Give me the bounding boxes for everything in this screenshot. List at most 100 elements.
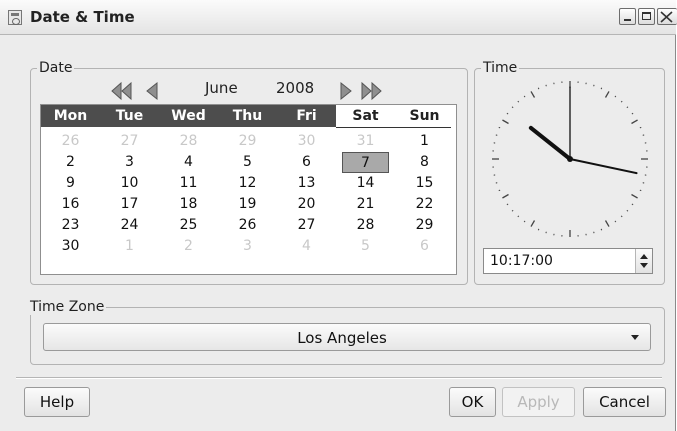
calendar-day[interactable]: 11 <box>159 173 218 194</box>
calendar-grid: Mon Tue Wed Thu Fri Sat Sun 26 27 28 29 30 31 1 2 3 4 5 6… <box>40 104 457 275</box>
previous-month-button[interactable] <box>145 81 159 101</box>
clock-hour-tick <box>502 119 509 125</box>
clock-hour-hand <box>528 125 572 161</box>
minimize-button[interactable] <box>619 8 636 25</box>
clock-hour-tick <box>604 91 610 98</box>
calendar-day[interactable]: 9 <box>41 173 100 194</box>
apply-button[interactable]: Apply <box>502 387 575 417</box>
calendar-day[interactable]: 21 <box>336 194 395 215</box>
time-spinner[interactable] <box>635 249 652 273</box>
clock-minute-tick <box>511 209 514 212</box>
calendar-day[interactable]: 4 <box>159 152 218 173</box>
calendar-day[interactable]: 3 <box>218 236 277 257</box>
calendar-day[interactable]: 22 <box>395 194 454 215</box>
clock-minute-tick <box>511 106 514 109</box>
weekday-header-sun: Sun <box>395 105 454 127</box>
calendar-day[interactable]: 31 <box>336 131 395 152</box>
clock-minute-tick <box>523 220 526 223</box>
help-button[interactable]: Help <box>24 387 90 417</box>
calendar-day[interactable]: 5 <box>218 152 277 173</box>
weekday-header-sat: Sat <box>336 105 395 127</box>
next-month-button[interactable] <box>339 81 353 101</box>
calendar-day[interactable]: 6 <box>277 152 336 173</box>
calendar-day[interactable]: 1 <box>100 236 159 257</box>
weekday-header-wed: Wed <box>159 105 218 127</box>
date-group-legend: Date <box>37 60 75 76</box>
clock-minute-tick <box>620 100 623 103</box>
clock-minute-tick <box>537 87 540 90</box>
calendar-day[interactable]: 1 <box>395 131 454 152</box>
calendar-day[interactable]: 10 <box>100 173 159 194</box>
clock-minute-tick <box>639 126 642 129</box>
calendar-day[interactable]: 8 <box>395 152 454 173</box>
clock-hour-tick <box>631 193 638 199</box>
clock-minute-tick <box>614 95 617 98</box>
double-right-arrow-icon <box>361 81 382 101</box>
help-button-label: Help <box>39 393 75 411</box>
calendar-day[interactable]: 24 <box>100 215 159 236</box>
title-bar[interactable]: Date & Time <box>0 0 677 35</box>
calendar-day[interactable]: 17 <box>100 194 159 215</box>
calendar-day[interactable]: 29 <box>218 131 277 152</box>
cancel-button[interactable]: Cancel <box>583 387 666 417</box>
clock-minute-tick <box>506 112 509 115</box>
calendar-day[interactable]: 5 <box>336 236 395 257</box>
calendar-day[interactable]: 28 <box>159 131 218 152</box>
clock-app-icon <box>8 10 22 25</box>
calendar-day[interactable]: 4 <box>277 236 336 257</box>
calendar-day[interactable]: 27 <box>100 131 159 152</box>
clock-minute-tick <box>600 228 603 231</box>
ok-button[interactable]: OK <box>449 387 496 417</box>
time-zone-dropdown[interactable]: Los Angeles <box>43 323 651 351</box>
clock-hour-tick <box>530 220 536 227</box>
calendar-day[interactable]: 6 <box>395 236 454 257</box>
weekday-header-thu: Thu <box>218 105 277 127</box>
calendar-day[interactable]: 20 <box>277 194 336 215</box>
calendar-day[interactable]: 19 <box>218 194 277 215</box>
calendar-day[interactable]: 16 <box>41 194 100 215</box>
calendar-day[interactable]: 29 <box>395 215 454 236</box>
calendar-day[interactable]: 13 <box>277 173 336 194</box>
spin-down-icon[interactable] <box>640 263 648 268</box>
calendar-day[interactable]: 2 <box>41 152 100 173</box>
clock-hour-tick <box>604 220 610 227</box>
calendar-day[interactable]: 3 <box>100 152 159 173</box>
analog-clock <box>492 81 648 237</box>
calendar-day[interactable]: 18 <box>159 194 218 215</box>
spin-up-icon[interactable] <box>640 254 648 259</box>
calendar-day[interactable]: 30 <box>41 236 100 257</box>
calendar-day-selected[interactable]: 7 <box>342 152 389 173</box>
clock-minute-tick <box>517 215 520 218</box>
right-arrow-icon <box>340 81 352 101</box>
double-left-arrow-icon <box>111 81 132 101</box>
clock-minute-tick <box>517 100 520 103</box>
calendar-day[interactable]: 26 <box>41 131 100 152</box>
calendar-day[interactable]: 12 <box>218 173 277 194</box>
calendar-day[interactable]: 15 <box>395 173 454 194</box>
close-button[interactable] <box>657 8 677 25</box>
apply-button-label: Apply <box>517 393 560 411</box>
calendar-day[interactable]: 14 <box>336 173 395 194</box>
calendar-day[interactable]: 23 <box>41 215 100 236</box>
clock-minute-tick <box>600 87 603 90</box>
maximize-button[interactable] <box>638 8 655 25</box>
calendar-day[interactable]: 30 <box>277 131 336 152</box>
calendar-day[interactable]: 28 <box>336 215 395 236</box>
calendar-day[interactable]: 26 <box>218 215 277 236</box>
clock-minute-tick <box>498 189 501 192</box>
clock-minute-tick <box>626 209 629 212</box>
calendar-day[interactable]: 27 <box>277 215 336 236</box>
date-time-dialog: Date & Time Date June 2008 Mon Tue Wed T… <box>0 0 677 431</box>
next-year-button[interactable] <box>360 81 384 101</box>
clock-minute-tick <box>506 203 509 206</box>
left-arrow-icon <box>146 81 158 101</box>
time-field[interactable]: 10:17:00 <box>483 248 653 274</box>
previous-year-button[interactable] <box>110 81 134 101</box>
ok-button-label: OK <box>461 393 484 411</box>
calendar-day[interactable]: 2 <box>159 236 218 257</box>
clock-minute-tick <box>626 106 629 109</box>
calendar-day[interactable]: 25 <box>159 215 218 236</box>
close-icon <box>660 11 673 23</box>
clock-hour-tick <box>631 119 638 125</box>
calendar-weekday-header: Mon Tue Wed Thu Fri Sat Sun <box>41 105 456 128</box>
